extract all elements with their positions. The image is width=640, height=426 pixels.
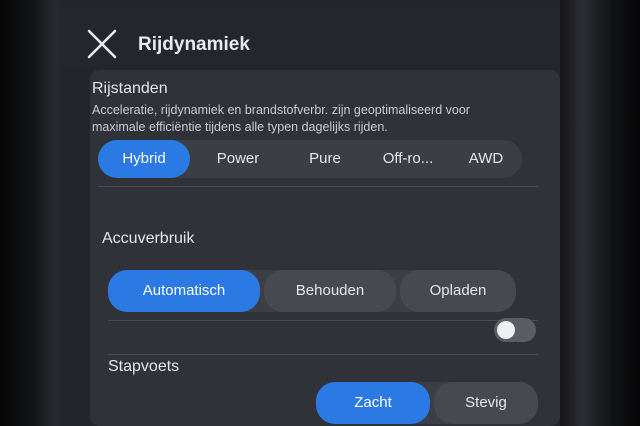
toggle-knob bbox=[497, 321, 515, 339]
page-title: Rijdynamiek bbox=[138, 34, 250, 55]
rijstanden-description-line-2: maximale efficiëntie tijdens alle typen … bbox=[92, 120, 388, 134]
toggle-switch[interactable] bbox=[494, 318, 536, 342]
drive-mode-power[interactable]: Power bbox=[194, 140, 282, 178]
rijstanden-title: Rijstanden bbox=[92, 80, 168, 97]
infotainment-screen: Rijdynamiek Rijstanden Acceleratie, rijd… bbox=[60, 0, 560, 426]
drive-mode-awd[interactable]: AWD bbox=[450, 140, 522, 178]
battery-usage-selector: Automatisch Behouden Opladen bbox=[108, 270, 516, 312]
drive-mode-selector: Hybrid Power Pure Off-ro... AWD bbox=[98, 140, 522, 178]
display-bezel-right bbox=[550, 0, 640, 426]
header-bar: Rijdynamiek bbox=[60, 8, 560, 66]
drive-mode-off-road[interactable]: Off-ro... bbox=[368, 140, 448, 178]
close-icon[interactable] bbox=[86, 28, 118, 60]
stapvoets-title: Stapvoets bbox=[108, 358, 180, 375]
rijstanden-description: Acceleratie, rijdynamiek en brandstofver… bbox=[92, 102, 532, 136]
drive-mode-hybrid[interactable]: Hybrid bbox=[98, 140, 190, 178]
divider bbox=[98, 186, 538, 187]
battery-usage-behouden[interactable]: Behouden bbox=[264, 270, 396, 312]
creep-stevig[interactable]: Stevig bbox=[434, 382, 538, 424]
creep-selector: Zacht Stevig bbox=[316, 382, 538, 424]
settings-panel: Rijstanden Acceleratie, rijdynamiek en b… bbox=[90, 70, 560, 426]
drive-mode-pure[interactable]: Pure bbox=[286, 140, 364, 178]
creep-zacht[interactable]: Zacht bbox=[316, 382, 430, 424]
divider bbox=[108, 320, 538, 321]
rijstanden-description-line-1: Acceleratie, rijdynamiek en brandstofver… bbox=[92, 103, 470, 117]
accuverbruik-title: Accuverbruik bbox=[102, 230, 195, 247]
divider bbox=[108, 354, 538, 355]
battery-usage-automatisch[interactable]: Automatisch bbox=[108, 270, 260, 312]
battery-usage-opladen[interactable]: Opladen bbox=[400, 270, 516, 312]
